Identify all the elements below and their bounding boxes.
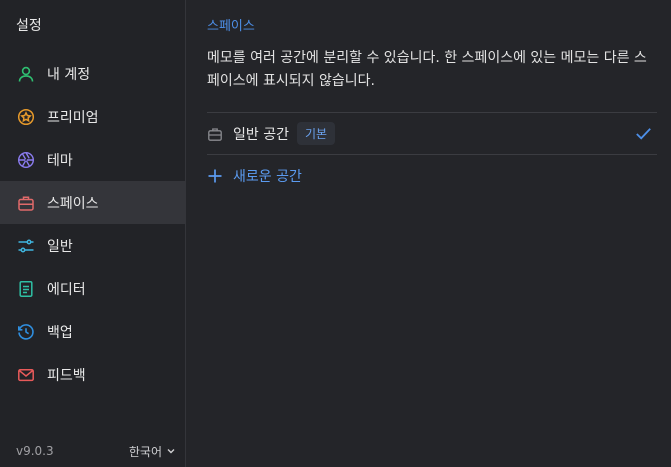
space-list-item[interactable]: 일반 공간 기본	[207, 113, 657, 154]
sidebar-item-premium[interactable]: 프리미엄	[0, 95, 186, 138]
user-icon	[16, 64, 36, 84]
sidebar-nav: 내 계정 프리미엄 테마 스페이스 일반 에디터 백업 피드백	[0, 52, 186, 396]
sidebar-item-label: 백업	[47, 324, 73, 341]
sidebar-item-feedback[interactable]: 피드백	[0, 353, 186, 396]
briefcase-icon	[207, 126, 223, 142]
language-label: 한국어	[128, 444, 162, 459]
chevron-down-icon	[167, 449, 175, 454]
divider	[207, 154, 657, 155]
space-name: 일반 공간	[233, 126, 289, 143]
sidebar-item-general[interactable]: 일반	[0, 224, 186, 267]
sidebar: 설정 내 계정 프리미엄 테마 스페이스 일반 에디터 백업 피드백 v9.0.…	[0, 0, 186, 467]
page-description: 메모를 여러 공간에 분리할 수 있습니다. 한 스페이스에 있는 메모는 다른…	[207, 50, 647, 89]
document-icon	[16, 279, 36, 299]
add-space-label: 새로운 공간	[233, 169, 302, 185]
sidebar-item-label: 피드백	[47, 367, 86, 384]
sidebar-item-label: 프리미엄	[47, 109, 99, 126]
page-title: 스페이스	[207, 19, 255, 34]
sidebar-item-theme[interactable]: 테마	[0, 138, 186, 181]
add-space-button[interactable]: 새로운 공간	[207, 165, 302, 187]
aperture-icon	[16, 150, 36, 170]
version-label: v9.0.3	[16, 444, 54, 458]
sidebar-item-label: 일반	[47, 238, 73, 255]
sidebar-title: 설정	[16, 18, 42, 34]
history-icon	[16, 322, 36, 342]
plus-icon	[207, 168, 223, 184]
sliders-icon	[16, 236, 36, 256]
sidebar-item-label: 에디터	[47, 281, 86, 298]
sidebar-item-backup[interactable]: 백업	[0, 310, 186, 353]
sidebar-item-spaces[interactable]: 스페이스	[0, 181, 186, 224]
sidebar-item-label: 스페이스	[47, 195, 99, 212]
briefcase-icon	[16, 193, 36, 213]
sidebar-item-account[interactable]: 내 계정	[0, 52, 186, 95]
checkmark-icon	[636, 128, 651, 140]
language-select[interactable]: 한국어	[129, 443, 176, 460]
default-badge: 기본	[296, 122, 336, 145]
sidebar-footer: v9.0.3 한국어	[16, 442, 176, 460]
mail-icon	[16, 365, 36, 385]
sidebar-item-editor[interactable]: 에디터	[0, 267, 186, 310]
sidebar-item-label: 내 계정	[47, 66, 91, 83]
star-badge-icon	[16, 107, 36, 127]
sidebar-item-label: 테마	[47, 152, 73, 169]
